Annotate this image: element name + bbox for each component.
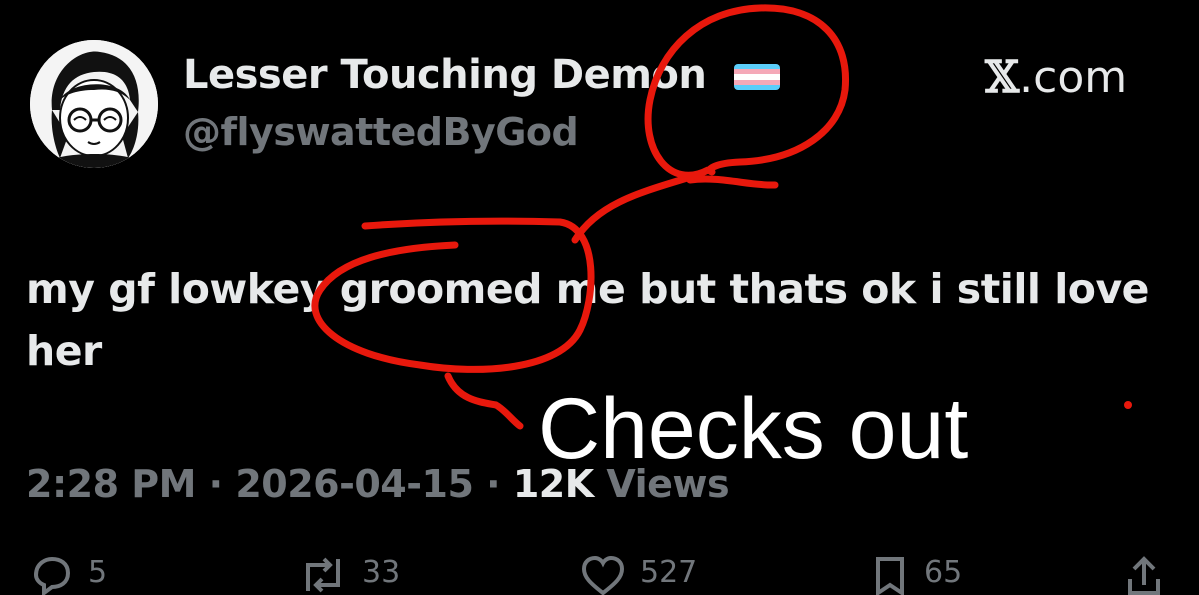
tweet-date[interactable]: 2026-04-15: [235, 462, 474, 506]
meta-separator: ·: [195, 462, 236, 506]
bookmark-button[interactable]: 65: [870, 555, 962, 595]
avatar-illustration: [30, 40, 158, 168]
reply-icon: [33, 556, 71, 595]
tweet-text: my gf lowkey groomed me but thats ok i s…: [26, 265, 1149, 375]
overlay-caption: Checks out: [538, 381, 969, 477]
brand-domain: .com: [1019, 52, 1128, 103]
user-handle[interactable]: @flyswattedByGod: [183, 110, 579, 154]
repost-button[interactable]: 33: [298, 555, 400, 595]
repost-count: 33: [362, 555, 401, 590]
action-bar: 5 33 527 65: [0, 555, 1199, 595]
reply-button[interactable]: 5: [30, 555, 107, 595]
repost-icon: [306, 557, 340, 593]
trans-flag-icon: [734, 64, 780, 90]
share-icon: [1128, 556, 1160, 595]
like-button[interactable]: 527: [580, 555, 697, 595]
avatar[interactable]: [30, 40, 158, 168]
bookmark-icon: [876, 557, 904, 595]
meta-separator: ·: [473, 462, 513, 506]
tweet-time[interactable]: 2:28 PM: [26, 462, 196, 506]
heart-icon: [581, 555, 625, 595]
x-logo-icon: 𝕏: [985, 52, 1020, 103]
bookmark-count: 65: [924, 555, 963, 590]
display-name[interactable]: Lesser Touching Demon: [183, 52, 707, 98]
reply-count: 5: [88, 555, 108, 590]
share-button[interactable]: [1124, 555, 1164, 595]
x-com-logo: 𝕏.com: [985, 52, 1127, 103]
like-count: 527: [640, 555, 698, 590]
